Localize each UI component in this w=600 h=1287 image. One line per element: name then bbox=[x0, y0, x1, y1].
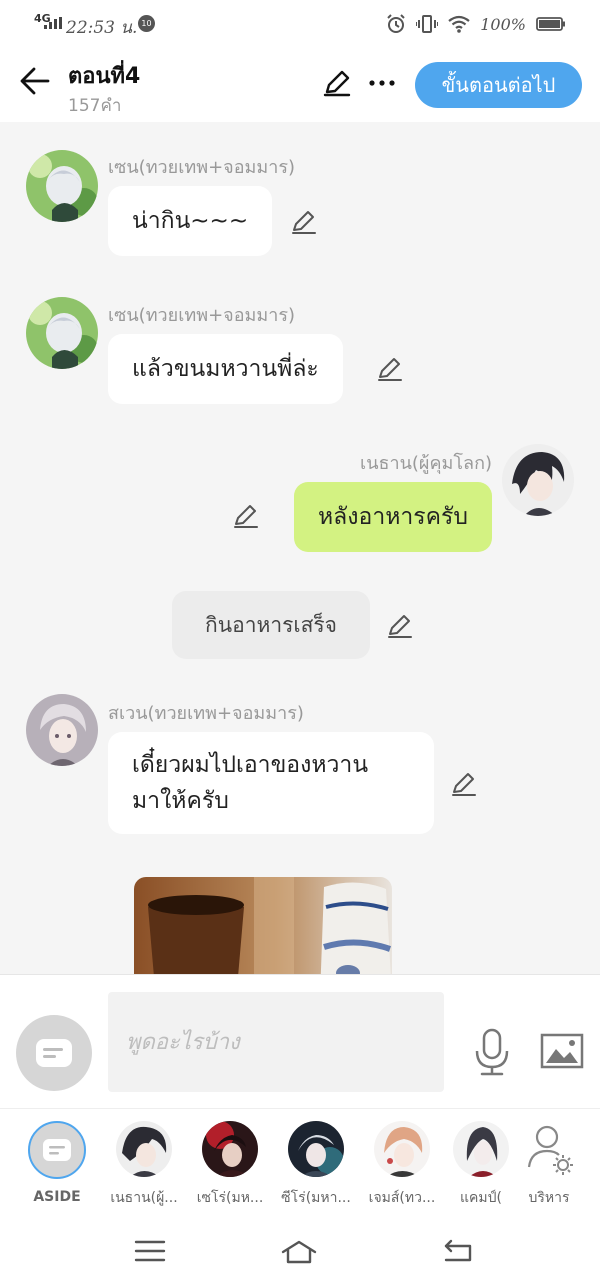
my-message-bubble[interactable]: หลังอาหารครับ bbox=[294, 482, 492, 552]
message-text: น่ากิน~~~ bbox=[132, 208, 249, 234]
aside-avatar bbox=[28, 1121, 86, 1179]
edit-icon[interactable] bbox=[322, 68, 352, 98]
message-bubble[interactable]: น่ากิน~~~ bbox=[108, 186, 273, 256]
image-message[interactable] bbox=[134, 877, 392, 974]
message-text: หลังอาหารครับ bbox=[318, 504, 468, 530]
character-zero-2[interactable]: ซีโร่(มหา... bbox=[273, 1121, 359, 1209]
message-text-line-2: มาให้ครับ bbox=[132, 788, 229, 814]
edit-message-icon[interactable] bbox=[450, 770, 478, 798]
header: ตอนที่4 157คำ ขั้นตอนต่อไป bbox=[0, 46, 600, 122]
back-nav-icon[interactable] bbox=[440, 1236, 476, 1266]
edit-message-icon[interactable] bbox=[376, 355, 404, 383]
message-bubble[interactable]: แล้วขนมหวานพี่ล่ะ bbox=[108, 334, 343, 404]
character-avatar bbox=[202, 1121, 258, 1177]
image-icon[interactable] bbox=[540, 1031, 584, 1071]
character-avatar bbox=[374, 1121, 430, 1177]
message-text: แล้วขนมหวานพี่ล่ะ bbox=[132, 356, 319, 382]
character-avatar bbox=[453, 1121, 509, 1177]
character-label: บริหาร bbox=[528, 1190, 570, 1206]
alarm-icon bbox=[387, 14, 405, 33]
chat-area[interactable]: เซน(ทวยเทพ+จอมมาร) น่ากิน~~~ เซน(ทวยเทพ+… bbox=[0, 122, 600, 974]
character-nethan[interactable]: เนธาน(ผู้... bbox=[101, 1121, 187, 1209]
character-avatar bbox=[288, 1121, 344, 1177]
back-arrow-icon[interactable] bbox=[18, 64, 52, 98]
speaker-name: เซน(ทวยเทพ+จอมมาร) bbox=[108, 305, 296, 326]
episode-title: ตอนที่4 bbox=[68, 64, 141, 89]
character-james[interactable]: เจมส์(ทว... bbox=[359, 1121, 445, 1209]
avatar-zen[interactable] bbox=[26, 150, 98, 222]
speaker-name: เนธาน(ผู้คุมโลก) bbox=[360, 453, 492, 474]
microphone-icon[interactable] bbox=[472, 1027, 512, 1077]
chat-bubble-icon bbox=[43, 1139, 71, 1161]
avatar-zen[interactable] bbox=[26, 297, 98, 369]
wifi-icon bbox=[448, 15, 470, 33]
character-label: ASIDE bbox=[33, 1189, 81, 1205]
edit-message-icon[interactable] bbox=[232, 502, 260, 530]
word-count: 157คำ bbox=[68, 96, 122, 116]
notification-badge: 10 bbox=[138, 15, 155, 32]
character-label: ซีโร่(มหา... bbox=[281, 1190, 351, 1206]
narration-text: กินอาหารเสร็จ bbox=[205, 612, 337, 637]
character-aside[interactable]: ASIDE bbox=[14, 1121, 100, 1205]
system-nav-bar bbox=[0, 1218, 600, 1287]
avatar-sven[interactable] bbox=[26, 694, 98, 766]
manage-characters[interactable]: บริหาร bbox=[506, 1121, 592, 1209]
speaker-name: เซน(ทวยเทพ+จอมมาร) bbox=[108, 157, 296, 178]
clock: 22:53 น. bbox=[66, 18, 138, 38]
character-zero-1[interactable]: เซโร่(มห... bbox=[187, 1121, 273, 1209]
battery-icon bbox=[536, 17, 565, 31]
character-label: เนธาน(ผู้... bbox=[110, 1190, 178, 1206]
user-settings-icon bbox=[527, 1125, 573, 1175]
next-step-button[interactable]: ขั้นตอนต่อไป bbox=[415, 62, 582, 108]
narration-bubble[interactable]: กินอาหารเสร็จ bbox=[172, 591, 370, 659]
message-input[interactable] bbox=[108, 992, 444, 1092]
message-text-line-1: เดี๋ยวผมไปเอาของหวาน bbox=[132, 752, 369, 778]
edit-message-icon[interactable] bbox=[290, 208, 318, 236]
more-options-icon[interactable] bbox=[366, 68, 398, 98]
menu-icon[interactable] bbox=[132, 1236, 168, 1266]
status-icons: 100% bbox=[386, 12, 566, 36]
chat-bubble-icon bbox=[36, 1039, 72, 1067]
avatar-nethan[interactable] bbox=[502, 444, 574, 516]
home-icon[interactable] bbox=[281, 1236, 317, 1266]
status-bar: 4G 22:53 น. 10 100% bbox=[0, 0, 600, 46]
edit-message-icon[interactable] bbox=[386, 612, 414, 640]
character-label: เซโร่(มห... bbox=[196, 1190, 264, 1206]
vibrate-icon bbox=[416, 15, 439, 33]
character-selector: ASIDE เนธาน(ผู้... เซโร่(มห... ซีโร่(มหา… bbox=[0, 1108, 600, 1218]
battery-percent: 100% bbox=[480, 14, 526, 34]
character-label: เจมส์(ทว... bbox=[368, 1190, 436, 1206]
character-avatar bbox=[116, 1121, 172, 1177]
speaker-name: สเวน(ทวยเทพ+จอมมาร) bbox=[108, 703, 304, 724]
composer-bar bbox=[0, 974, 600, 1108]
signal-icon bbox=[44, 17, 62, 29]
aside-toggle-button[interactable] bbox=[16, 1015, 92, 1091]
message-bubble[interactable]: เดี๋ยวผมไปเอาของหวาน มาให้ครับ bbox=[108, 732, 434, 834]
